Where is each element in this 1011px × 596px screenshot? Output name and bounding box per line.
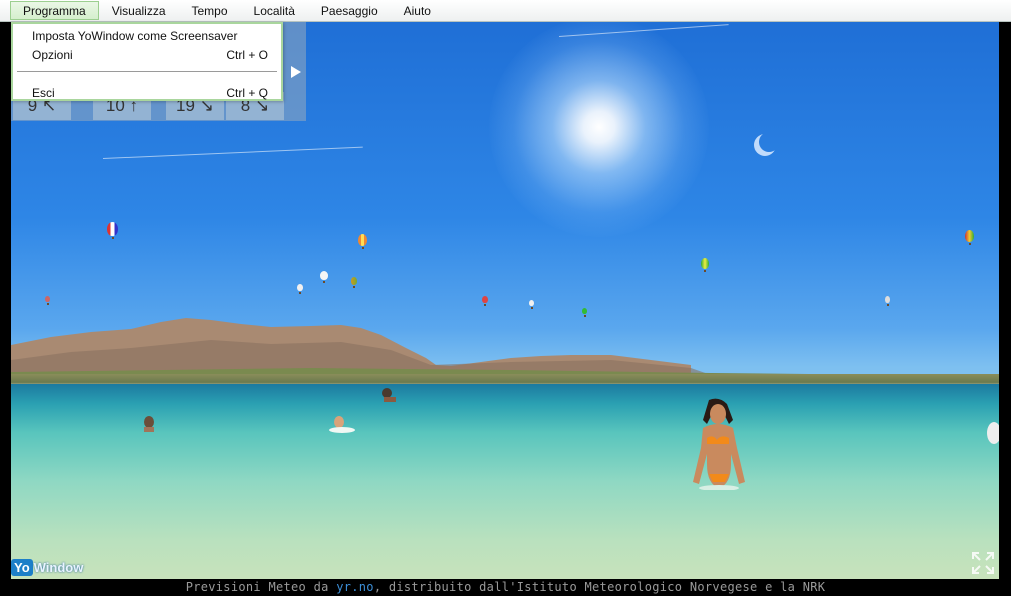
menu-item-shortcut: Ctrl + Q — [226, 86, 268, 100]
swimmer — [382, 388, 396, 402]
menu-visualizza[interactable]: Visualizza — [99, 1, 179, 20]
balloon — [297, 284, 303, 294]
moon — [759, 132, 779, 152]
balloon — [701, 258, 709, 272]
play-arrow-icon[interactable] — [289, 65, 305, 81]
sun — [489, 22, 709, 237]
logo-yo: Yo — [11, 559, 33, 576]
swimmer — [144, 416, 154, 432]
menu-separator — [17, 71, 277, 72]
fullscreen-icon[interactable] — [971, 551, 995, 575]
logo-window: Window — [33, 560, 84, 575]
balloon — [482, 296, 488, 306]
balloon — [529, 300, 534, 309]
balloon — [107, 222, 118, 239]
yowindow-logo[interactable]: Yo Window — [11, 559, 83, 576]
balloon — [358, 234, 367, 249]
attribution-bar: Previsioni Meteo da yr.no, distribuito d… — [0, 579, 1011, 596]
balloon — [965, 230, 974, 245]
woman-in-water — [693, 398, 745, 490]
balloon — [351, 277, 357, 288]
menu-item-label: Esci — [32, 86, 55, 100]
menu-item-esci[interactable]: Esci Ctrl + Q — [32, 85, 268, 101]
menu-programma[interactable]: Programma — [10, 1, 99, 20]
menu-item-label: Imposta YoWindow come Screensaver — [32, 29, 238, 43]
menu-localita[interactable]: Località — [241, 1, 308, 20]
balloon — [45, 296, 50, 305]
contrail — [102, 146, 363, 159]
menu-bar: Programma Visualizza Tempo Località Paes… — [0, 0, 1011, 22]
menu-item-screensaver[interactable]: Imposta YoWindow come Screensaver — [32, 28, 268, 44]
swimmer — [329, 416, 355, 433]
attribution-prefix: Previsioni Meteo da — [185, 580, 337, 594]
yr-link[interactable]: yr.no — [336, 580, 374, 594]
sea — [11, 384, 999, 579]
menu-item-opzioni[interactable]: Opzioni Ctrl + O — [32, 47, 268, 63]
balloon — [320, 271, 328, 283]
menu-item-label: Opzioni — [32, 48, 73, 62]
menu-aiuto[interactable]: Aiuto — [391, 1, 444, 20]
programma-dropdown: Imposta YoWindow come Screensaver Opzion… — [11, 22, 283, 101]
menu-item-shortcut: Ctrl + O — [226, 48, 268, 62]
attribution-suffix: , distribuito dall'Istituto Meteorologic… — [373, 580, 826, 594]
partial-person — [987, 422, 999, 444]
menu-tempo[interactable]: Tempo — [179, 1, 241, 20]
menu-paesaggio[interactable]: Paesaggio — [308, 1, 391, 20]
balloon — [885, 296, 890, 306]
